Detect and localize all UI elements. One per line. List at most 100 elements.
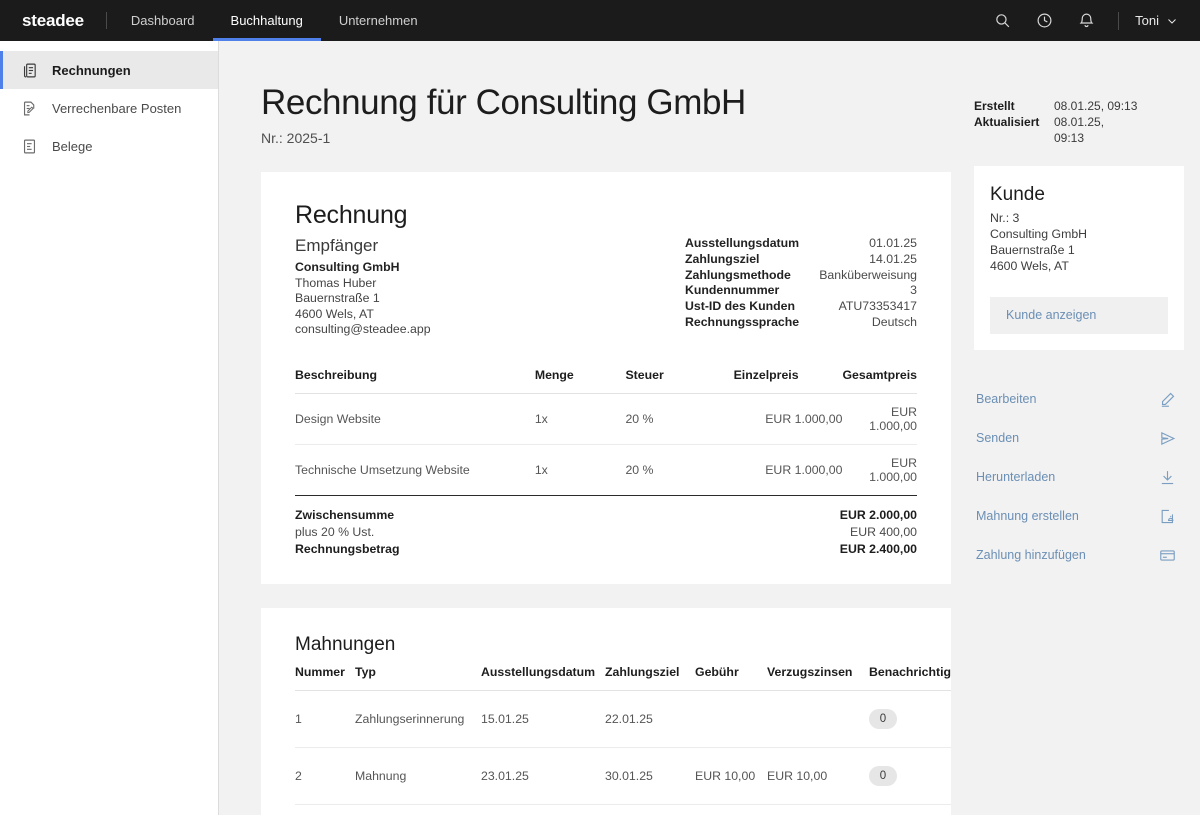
cell-steuer: 20 % [625,393,733,444]
meta-key: Kundennummer [685,283,779,299]
page-title: Rechnung für Consulting GmbH [261,83,960,123]
meta-value: Deutsch [872,315,917,331]
right-rail: Erstellt Aktualisiert 08.01.25, 09:13 08… [960,41,1200,815]
sidebar-item-belege[interactable]: Belege [0,127,218,165]
meta-value: 01.01.25 [869,236,917,252]
table-header-row: Nummer Typ Ausstellungsdatum Zahlungszie… [295,665,951,691]
document-edit-icon [21,100,38,117]
cell-gebuehr: EUR 10,00 [695,747,767,804]
history-clock-icon[interactable] [1024,0,1064,41]
nav-tab-buchhaltung[interactable]: Buchhaltung [213,0,321,41]
mahnungen-card: Mahnungen Nummer Typ Ausstellungsdatum Z… [261,608,951,815]
invoice-meta-row: Ausstellungsdatum 01.01.25 [685,236,917,252]
cell-gesamtpreis: EUR 1.000,00 [842,444,917,495]
sidebar-item-rechnungen[interactable]: Rechnungen [0,51,218,89]
action-label: Mahnung erstellen [976,509,1079,523]
cell-benachrichtigungen: 0 [869,747,951,804]
cell-gesamtpreis: EUR 1.000,00 [842,393,917,444]
meta-key: Zahlungsmethode [685,268,791,284]
customer-card: Kunde Nr.: 3 Consulting GmbH Bauernstraß… [974,166,1184,349]
invoice-header-columns: Empfänger Consulting GmbH Thomas Huber B… [295,236,917,337]
bell-icon[interactable] [1066,0,1106,41]
created-value: 08.01.25, 09:13 [1054,99,1137,115]
brand-logo[interactable]: steadee [0,0,106,41]
cell-menge: 1x [535,444,626,495]
invoice-card: Rechnung Empfänger Consulting GmbH Thoma… [261,172,951,583]
invoice-meta-row: Ust-ID des Kunden ATU73353417 [685,299,917,315]
table-row: 2 Mahnung 23.01.25 30.01.25 EUR 10,00 EU… [295,747,951,804]
updated-value: 08.01.25, 09:13 [1054,115,1126,147]
invoice-meta-row: Zahlungsmethode Banküberweisung [685,268,917,284]
nav-tab-unternehmen[interactable]: Unternehmen [321,0,436,41]
created-label: Erstellt [974,99,1054,115]
nav-tab-dashboard[interactable]: Dashboard [113,0,213,41]
table-row: Technische Umsetzung Website 1x 20 % EUR… [295,444,917,495]
cell-verzugszinsen: EUR 10,00 [767,747,869,804]
download-icon [1159,469,1176,486]
column-header-ausstellungsdatum: Ausstellungsdatum [481,665,605,691]
cell-zahlungsziel: 22.01.25 [605,690,695,747]
reminder-alarm-icon [1159,508,1176,525]
total-value: EUR 2.400,00 [840,541,917,558]
timestamp-values: 08.01.25, 09:13 08.01.25, 09:13 [1054,99,1137,146]
meta-value: 14.01.25 [869,252,917,268]
action-herunterladen[interactable]: Herunterladen [974,458,1184,497]
column-header-typ: Typ [355,665,481,691]
main-content: Rechnung für Consulting GmbH Nr.: 2025-1… [219,41,960,815]
invoice-meta-row: Rechnungssprache Deutsch [685,315,917,331]
column-header-nummer: Nummer [295,665,355,691]
invoice-items-table: Beschreibung Menge Steuer Einzelpreis Ge… [295,368,917,496]
meta-value: ATU73353417 [839,299,917,315]
documents-icon [21,62,38,79]
cell-einzelpreis: EUR 1.000,00 [734,444,843,495]
column-header-steuer: Steuer [625,368,733,394]
nav-divider [1118,12,1119,30]
recipient-block: Empfänger Consulting GmbH Thomas Huber B… [295,236,625,337]
cell-verzugszinsen [767,690,869,747]
cell-benachrichtigungen: 0 [869,690,951,747]
nav-right-cluster: Toni [982,0,1200,41]
meta-key: Ausstellungsdatum [685,236,799,252]
show-customer-button[interactable]: Kunde anzeigen [990,297,1168,334]
sidebar-item-verrechenbare-posten[interactable]: Verrechenbare Posten [0,89,218,127]
chevron-down-icon [1166,15,1178,27]
customer-line: Consulting GmbH [990,227,1168,243]
record-timestamps: Erstellt Aktualisiert 08.01.25, 09:13 08… [974,99,1184,146]
action-label: Bearbeiten [976,392,1036,406]
sidebar-item-label: Belege [52,139,92,154]
total-label: plus 20 % Ust. [295,524,374,541]
total-value: EUR 400,00 [850,524,917,541]
meta-key: Rechnungssprache [685,315,799,331]
cell-beschreibung: Design Website [295,393,535,444]
recipient-line: Bauernstraße 1 [295,291,625,306]
recipient-line: Thomas Huber [295,276,625,291]
column-header-zahlungsziel: Zahlungsziel [605,665,695,691]
column-header-einzelpreis: Einzelpreis [734,368,843,394]
action-label: Zahlung hinzufügen [976,548,1086,562]
total-row-zwischensumme: Zwischensumme EUR 2.000,00 [295,507,917,524]
total-row-ust: plus 20 % Ust. EUR 400,00 [295,524,917,541]
sidebar: Rechnungen Verrechenbare Posten Belege [0,41,219,815]
column-header-gesamtpreis: Gesamtpreis [842,368,917,394]
sidebar-item-label: Rechnungen [52,63,131,78]
action-list: Bearbeiten Senden Herunterladen [974,380,1184,575]
status-badge: 0 [869,709,897,729]
invoice-heading: Rechnung [295,201,917,230]
action-senden[interactable]: Senden [974,419,1184,458]
table-header-row: Beschreibung Menge Steuer Einzelpreis Ge… [295,368,917,394]
action-label: Herunterladen [976,470,1055,484]
brand-divider [106,12,107,29]
user-name: Toni [1135,13,1159,28]
action-bearbeiten[interactable]: Bearbeiten [974,380,1184,419]
cell-zahlungsziel: 30.01.25 [605,747,695,804]
search-icon[interactable] [982,0,1022,41]
cell-gebuehr [695,690,767,747]
sidebar-item-label: Verrechenbare Posten [52,101,181,116]
total-value: EUR 2.000,00 [840,507,917,524]
action-zahlung-hinzufuegen[interactable]: Zahlung hinzufügen [974,536,1184,575]
user-menu[interactable]: Toni [1131,13,1184,28]
action-mahnung-erstellen[interactable]: Mahnung erstellen [974,497,1184,536]
column-header-verzugszinsen: Verzugszinsen [767,665,869,691]
invoice-meta-row: Zahlungsziel 14.01.25 [685,252,917,268]
invoice-totals: Zwischensumme EUR 2.000,00 plus 20 % Ust… [295,507,917,558]
